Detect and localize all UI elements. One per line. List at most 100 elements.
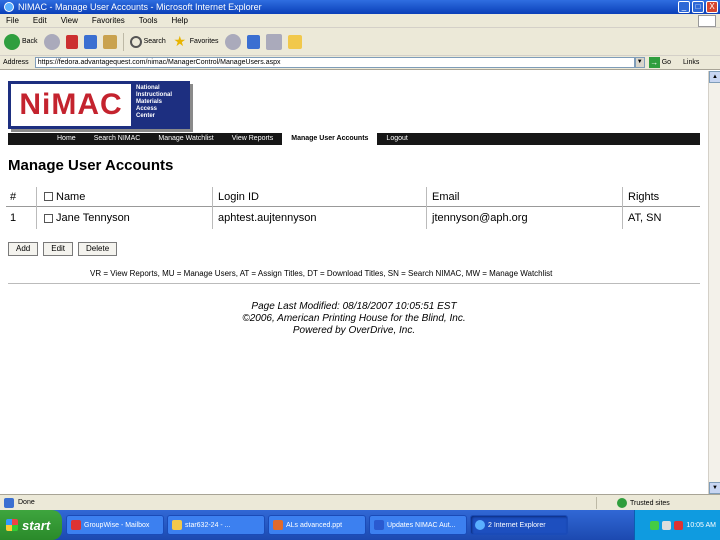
vertical-scrollbar[interactable]: ▲ ▼ xyxy=(708,71,720,494)
address-bar: Address https://fedora.advantagequest.co… xyxy=(0,56,720,70)
scroll-up-icon[interactable]: ▲ xyxy=(709,71,720,83)
menu-tools[interactable]: Tools xyxy=(139,16,158,25)
print-icon xyxy=(265,33,282,50)
ie-icon xyxy=(475,520,485,530)
back-button[interactable]: Back xyxy=(4,33,38,50)
menu-bar: File Edit View Favorites Tools Help xyxy=(0,14,720,28)
window-controls: _ □ X xyxy=(678,1,718,13)
refresh-button[interactable] xyxy=(83,34,97,49)
volume-icon[interactable] xyxy=(662,520,672,530)
nimac-logo[interactable]: NiMAC National Instructional Materials A… xyxy=(8,81,190,129)
task-label: ALs advanced.ppt xyxy=(286,521,343,529)
minimize-button[interactable]: _ xyxy=(678,1,690,13)
page-footer: Page Last Modified: 08/18/2007 10:05:51 … xyxy=(0,301,708,337)
task-label: Updates NIMAC Aut... xyxy=(387,521,456,529)
clock[interactable]: 10:05 AM xyxy=(686,522,716,529)
windows-taskbar: start GroupWise - Mailbox star632-24 - .… xyxy=(0,510,720,540)
maximize-button[interactable]: □ xyxy=(692,1,704,13)
menu-help[interactable]: Help xyxy=(171,16,187,25)
folder-button[interactable] xyxy=(287,34,302,49)
status-bar: Done Trusted sites xyxy=(0,494,720,510)
header-name-label: Name xyxy=(56,190,86,203)
logo-line: Access xyxy=(136,106,158,112)
add-button[interactable]: Add xyxy=(8,242,39,256)
row-checkbox[interactable] xyxy=(44,213,53,223)
zone-label: Trusted sites xyxy=(630,499,670,507)
nav-manage-user-accounts[interactable]: Manage User Accounts xyxy=(282,133,378,145)
nav-view-reports[interactable]: View Reports xyxy=(223,133,283,145)
task-label: star632-24 - ... xyxy=(185,521,231,529)
nav-home[interactable]: Home xyxy=(48,133,85,145)
logo-line: National xyxy=(136,85,160,91)
stop-button[interactable] xyxy=(65,34,78,49)
edit-button[interactable]: Edit xyxy=(43,242,74,256)
history-icon xyxy=(224,33,241,50)
powered-by: Powered by OverDrive, Inc. xyxy=(292,325,416,336)
favorites-label: Favorites xyxy=(189,38,219,45)
go-button[interactable]: → Go xyxy=(648,57,672,68)
folder-icon xyxy=(172,520,182,530)
logo-line: Instructional xyxy=(136,92,173,98)
windows-flag-icon xyxy=(6,519,18,531)
task-internet-explorer[interactable]: 2 Internet Explorer xyxy=(470,515,568,535)
select-all-checkbox[interactable] xyxy=(44,192,53,201)
logo-line: Center xyxy=(136,113,156,119)
go-arrow-icon: → xyxy=(648,57,660,68)
menu-edit[interactable]: Edit xyxy=(33,16,47,25)
status-text: Done xyxy=(18,499,35,506)
main-nav: Home Search NIMAC Manage Watchlist View … xyxy=(8,133,700,145)
browser-toolbar: Back Search ★ Favorites xyxy=(0,28,720,56)
home-button[interactable] xyxy=(102,34,117,49)
delete-button[interactable]: Delete xyxy=(78,242,118,256)
forward-button[interactable] xyxy=(43,33,60,50)
menu-file[interactable]: File xyxy=(6,16,19,25)
logo-line: Materials xyxy=(136,99,163,105)
row-number: 1 xyxy=(10,212,17,224)
start-button[interactable]: start xyxy=(0,510,62,540)
address-input[interactable]: https://fedora.advantagequest.com/nimac/… xyxy=(34,57,635,68)
row-name-label: Jane Tennyson xyxy=(56,212,130,224)
scroll-down-icon[interactable]: ▼ xyxy=(709,482,720,494)
header-rights: Rights xyxy=(628,190,660,203)
search-button[interactable]: Search xyxy=(129,35,166,48)
folder-icon xyxy=(287,34,302,49)
home-icon xyxy=(102,34,117,49)
mail-button[interactable] xyxy=(246,34,260,49)
close-button[interactable]: X xyxy=(706,1,718,13)
security-icon[interactable] xyxy=(674,520,684,530)
address-dropdown-icon[interactable]: ▼ xyxy=(634,57,645,68)
history-button[interactable] xyxy=(224,33,241,50)
task-updates[interactable]: Updates NIMAC Aut... xyxy=(369,515,467,535)
back-label: Back xyxy=(22,38,38,45)
nav-logout[interactable]: Logout xyxy=(377,133,416,145)
task-star632[interactable]: star632-24 - ... xyxy=(167,515,265,535)
network-icon[interactable] xyxy=(650,520,660,530)
windows-logo-icon xyxy=(698,15,716,27)
nav-search-nimac[interactable]: Search NIMAC xyxy=(85,133,150,145)
row-rights: AT, SN xyxy=(628,212,662,224)
groupwise-icon xyxy=(71,520,81,530)
links-button[interactable]: Links xyxy=(683,59,699,66)
menu-view[interactable]: View xyxy=(61,16,78,25)
menu-favorites[interactable]: Favorites xyxy=(92,16,125,25)
page-icon xyxy=(4,497,14,508)
table-header: # Name Login ID Email Rights xyxy=(6,187,700,229)
task-als-ppt[interactable]: ALs advanced.ppt xyxy=(268,515,366,535)
logo-wordmark: NiMAC xyxy=(9,82,133,128)
action-buttons: Add Edit Delete xyxy=(8,242,118,256)
header-name: Name xyxy=(44,191,85,203)
powerpoint-icon xyxy=(273,520,283,530)
window-title: NIMAC - Manage User Accounts - Microsoft… xyxy=(18,2,262,12)
toolbar-separator xyxy=(122,32,124,51)
nav-manage-watchlist[interactable]: Manage Watchlist xyxy=(149,133,222,145)
print-button[interactable] xyxy=(265,33,282,50)
user-accounts-table: # Name Login ID Email Rights 1 Jane Tenn… xyxy=(6,187,700,229)
trusted-sites-icon xyxy=(617,498,627,508)
row-email: jtennyson@aph.org xyxy=(432,212,528,224)
task-groupwise[interactable]: GroupWise - Mailbox xyxy=(66,515,164,535)
window-titlebar: NIMAC - Manage User Accounts - Microsoft… xyxy=(0,0,720,14)
favorites-button[interactable]: ★ Favorites xyxy=(172,34,219,50)
go-label: Go xyxy=(661,59,672,66)
start-label: start xyxy=(22,517,51,533)
header-login-id: Login ID xyxy=(218,190,259,203)
